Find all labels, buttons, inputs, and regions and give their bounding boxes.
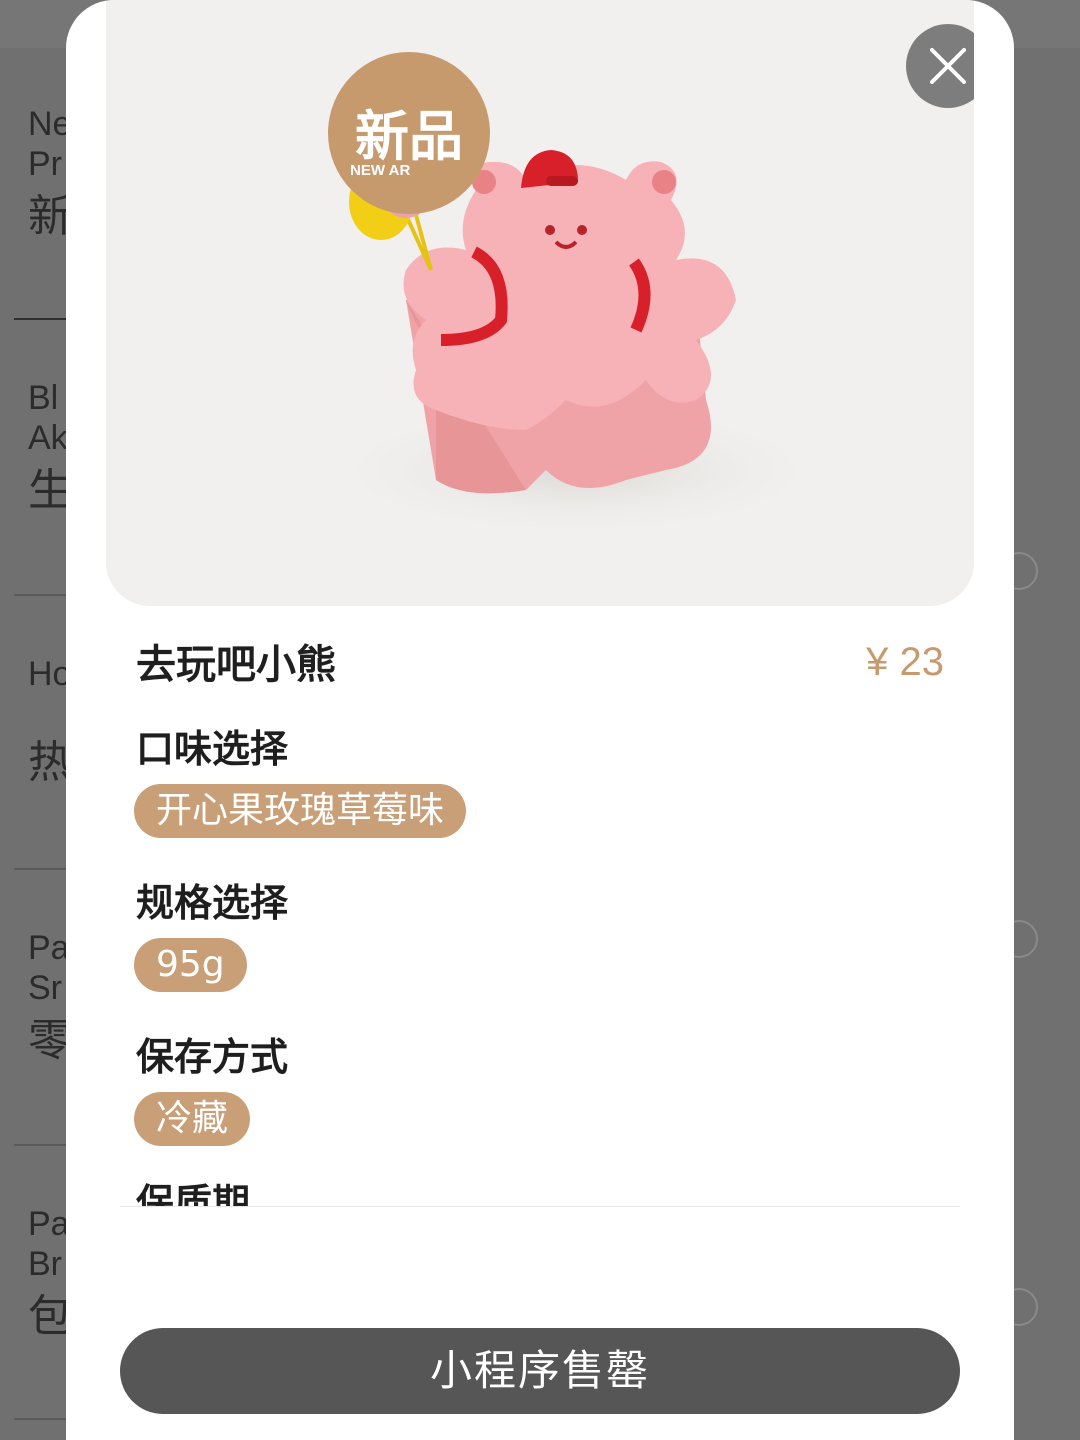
close-button[interactable] xyxy=(906,24,974,108)
product-image: 新品 NEW AR xyxy=(106,0,974,606)
badge-cn-text: 新品 xyxy=(355,105,463,168)
badge-en-text: NEW AR xyxy=(350,162,411,179)
bear-cake-illustration xyxy=(316,142,836,540)
new-product-badge: 新品 NEW AR xyxy=(328,52,490,214)
content-divider xyxy=(120,1206,960,1207)
flavor-label: 口味选择 xyxy=(136,727,289,771)
product-price: ¥ 23 xyxy=(866,640,944,684)
spec-option-chip[interactable]: 95g xyxy=(134,938,247,992)
sold-out-button[interactable]: 小程序售罄 xyxy=(120,1328,960,1414)
product-name: 去玩吧小熊 xyxy=(136,642,336,688)
category-divider xyxy=(14,1418,66,1420)
storage-label: 保存方式 xyxy=(136,1035,289,1079)
category-divider xyxy=(14,1144,66,1146)
spec-label: 规格选择 xyxy=(136,881,289,925)
storage-option-chip: 冷藏 xyxy=(134,1092,251,1146)
product-detail-modal: 新品 NEW AR 去玩吧小熊 ¥ 23 口味选择 开心果玫瑰草莓味 规格选择 … xyxy=(66,0,1014,1440)
close-icon xyxy=(930,48,966,84)
shelf-life-label: 保质期 xyxy=(136,1181,251,1206)
flavor-option-chip[interactable]: 开心果玫瑰草莓味 xyxy=(134,784,467,838)
category-divider xyxy=(14,318,66,320)
category-divider xyxy=(14,868,66,870)
category-divider xyxy=(14,594,66,596)
